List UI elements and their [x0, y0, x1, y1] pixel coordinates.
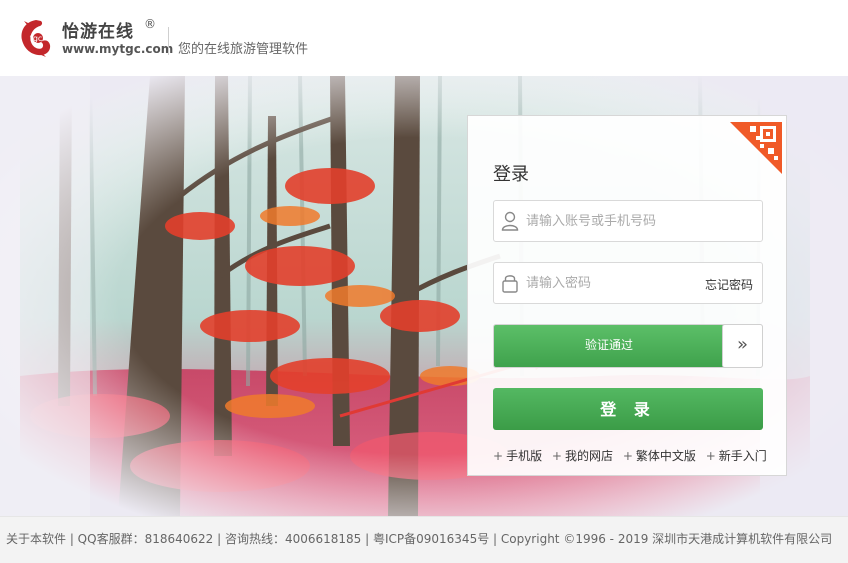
my-shop-link[interactable]: 我的网店	[565, 449, 613, 463]
password-input[interactable]	[524, 263, 694, 303]
footer-text: 关于本软件 | QQ客服群：818640622 | 咨询热线：400661818…	[6, 532, 833, 546]
slide-verify-text: 验证通过	[584, 338, 633, 352]
password-field[interactable]: 忘记密码	[493, 262, 763, 304]
user-icon	[501, 211, 519, 231]
forgot-password-link[interactable]: 忘记密码	[705, 276, 753, 293]
link-plus: +	[493, 449, 504, 463]
login-title: 登录	[493, 164, 529, 185]
link-plus: +	[705, 449, 716, 463]
account-field[interactable]	[493, 200, 763, 242]
site-footer: 关于本软件 | QQ客服群：818640622 | 咨询热线：400661818…	[0, 516, 848, 563]
site-header: tgc 怡游在线 ® www.mytgc.com 您的在线旅游管理软件	[0, 0, 848, 76]
header-divider	[168, 27, 169, 55]
website-url: www.mytgc.com	[62, 42, 174, 56]
panel-links: + 手机版 + 我的网店 + 繁体中文版 + 新手入门	[493, 447, 783, 464]
svg-text:tgc: tgc	[30, 34, 43, 43]
qr-code-corner-icon[interactable]	[730, 122, 782, 174]
double-chevron-right-icon: »	[736, 334, 748, 355]
slide-verify-handle[interactable]: »	[722, 324, 763, 368]
login-button[interactable]: 登 录	[493, 388, 763, 430]
account-input[interactable]	[524, 201, 756, 241]
brand-name: 怡游在线	[62, 22, 134, 42]
mobile-version-link[interactable]: 手机版	[506, 449, 542, 463]
slide-verify-track[interactable]: 验证通过 »	[493, 324, 763, 368]
registered-mark: ®	[144, 17, 156, 31]
link-plus: +	[622, 449, 633, 463]
lock-icon	[502, 275, 518, 293]
traditional-chinese-link[interactable]: 繁体中文版	[636, 449, 696, 463]
header-slogan: 您的在线旅游管理软件	[178, 42, 309, 57]
mytgc-logo-icon[interactable]: tgc	[16, 18, 54, 58]
link-plus: +	[551, 449, 562, 463]
beginner-guide-link[interactable]: 新手入门	[719, 449, 767, 463]
login-panel: 登录 忘记密码 验证通过 » 登 录 +手机版 +我的网店 +繁体中文版 +新手…	[467, 115, 787, 476]
